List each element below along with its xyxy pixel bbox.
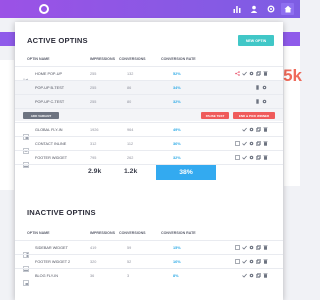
split-test-actions: ADD VARIANT PAUSE TEST END & PICK WINNER: [15, 108, 283, 121]
optin-type-icon: [23, 155, 29, 168]
optin-type-icon: [23, 259, 29, 272]
delete-icon[interactable]: [263, 273, 268, 278]
active-optins-title: ACTIVE OPTINS: [27, 36, 88, 45]
optin-type-icon: [23, 141, 29, 154]
header-name: OPTIN NAME: [27, 231, 50, 235]
total-impressions: 2.9k: [88, 168, 102, 175]
gear-icon[interactable]: [249, 273, 254, 278]
check-icon[interactable]: [242, 141, 247, 146]
header-conversions: CONVERSIONS: [119, 57, 146, 61]
header-rate: CONVERSION RATE: [161, 57, 196, 61]
header-rate: CONVERSION RATE: [161, 231, 196, 235]
table-row[interactable]: POP-UP B-TEST 255 86 34%: [15, 80, 283, 94]
pause-test-button[interactable]: PAUSE TEST: [201, 112, 229, 119]
gear-icon[interactable]: [262, 85, 267, 90]
optin-type-icon: [23, 245, 29, 258]
duplicate-icon[interactable]: [256, 155, 261, 160]
add-variant-button[interactable]: ADD VARIANT: [23, 112, 59, 119]
gear-icon[interactable]: [249, 259, 254, 264]
gear-icon[interactable]: [249, 127, 254, 132]
gear-icon[interactable]: [249, 245, 254, 250]
gear-icon[interactable]: [249, 155, 254, 160]
check-icon[interactable]: [242, 259, 247, 264]
header-name: OPTIN NAME: [27, 57, 50, 61]
embed-icon[interactable]: [235, 141, 240, 146]
table-row[interactable]: GLOBAL FLY-IN 1926 964 49%: [15, 122, 283, 140]
table-row[interactable]: POP-UP C-TEST 255 80 32%: [15, 94, 283, 108]
mobile-icon[interactable]: [255, 85, 260, 90]
header-conversions: CONVERSIONS: [119, 231, 146, 235]
background-stat: 5k: [283, 66, 302, 85]
optin-type-icon: [23, 127, 29, 140]
mobile-icon[interactable]: [255, 99, 260, 104]
top-icons: [230, 3, 294, 15]
duplicate-icon[interactable]: [256, 127, 261, 132]
accounts-icon[interactable]: [247, 3, 260, 15]
delete-icon[interactable]: [263, 71, 268, 76]
header-impressions: IMPRESSIONS: [90, 231, 115, 235]
total-conversions: 1.2k: [124, 168, 138, 175]
delete-icon[interactable]: [263, 155, 268, 160]
inactive-optins-title: INACTIVE OPTINS: [27, 208, 96, 217]
table-row[interactable]: FOOTER WIDGET 795 262 32%: [15, 150, 283, 168]
table-row[interactable]: HOME POP-UP 255 132 52%: [15, 66, 283, 84]
table-row[interactable]: BLOG FLY-IN 36 3 8%: [15, 268, 283, 286]
check-icon[interactable]: [242, 155, 247, 160]
embed-icon[interactable]: [235, 245, 240, 250]
total-rate: 38%: [156, 165, 216, 180]
optins-card: ACTIVE OPTINS NEW OPTIN OPTIN NAME IMPRE…: [15, 22, 283, 300]
delete-icon[interactable]: [263, 245, 268, 250]
totals-row: 2.9k 1.2k 38%: [15, 164, 283, 180]
table-row[interactable]: SIDEBAR WIDGET 419 59 15%: [15, 240, 283, 258]
duplicate-icon[interactable]: [256, 71, 261, 76]
check-icon[interactable]: [242, 273, 247, 278]
check-icon[interactable]: [242, 127, 247, 132]
duplicate-icon[interactable]: [256, 273, 261, 278]
duplicate-icon[interactable]: [256, 259, 261, 264]
check-icon[interactable]: [242, 71, 247, 76]
duplicate-icon[interactable]: [256, 141, 261, 146]
home-icon[interactable]: [281, 3, 294, 15]
active-table-header: OPTIN NAME IMPRESSIONS CONVERSIONS CONVE…: [15, 55, 283, 63]
inactive-table-header: OPTIN NAME IMPRESSIONS CONVERSIONS CONVE…: [15, 229, 283, 237]
embed-icon[interactable]: [235, 259, 240, 264]
stats-icon[interactable]: [230, 3, 243, 15]
new-optin-button[interactable]: NEW OPTIN: [238, 35, 274, 46]
header-impressions: IMPRESSIONS: [90, 57, 115, 61]
background-panel-left: [0, 60, 14, 190]
logo-icon: [39, 4, 49, 14]
table-row[interactable]: CONTACT INLINE 312 112 36%: [15, 136, 283, 154]
table-row[interactable]: FOOTER WIDGET 2 320 52 16%: [15, 254, 283, 272]
split-test-icon: [23, 71, 29, 84]
share-icon[interactable]: [235, 71, 240, 76]
gear-icon[interactable]: [249, 71, 254, 76]
delete-icon[interactable]: [263, 141, 268, 146]
gear-icon[interactable]: [262, 99, 267, 104]
end-pick-winner-button[interactable]: END & PICK WINNER: [233, 112, 275, 119]
embed-icon[interactable]: [235, 155, 240, 160]
delete-icon[interactable]: [263, 259, 268, 264]
gear-icon[interactable]: [249, 141, 254, 146]
optin-type-icon: [23, 273, 29, 286]
duplicate-icon[interactable]: [256, 245, 261, 250]
settings-icon[interactable]: [264, 3, 277, 15]
check-icon[interactable]: [242, 245, 247, 250]
top-bar: [0, 0, 300, 18]
delete-icon[interactable]: [263, 127, 268, 132]
